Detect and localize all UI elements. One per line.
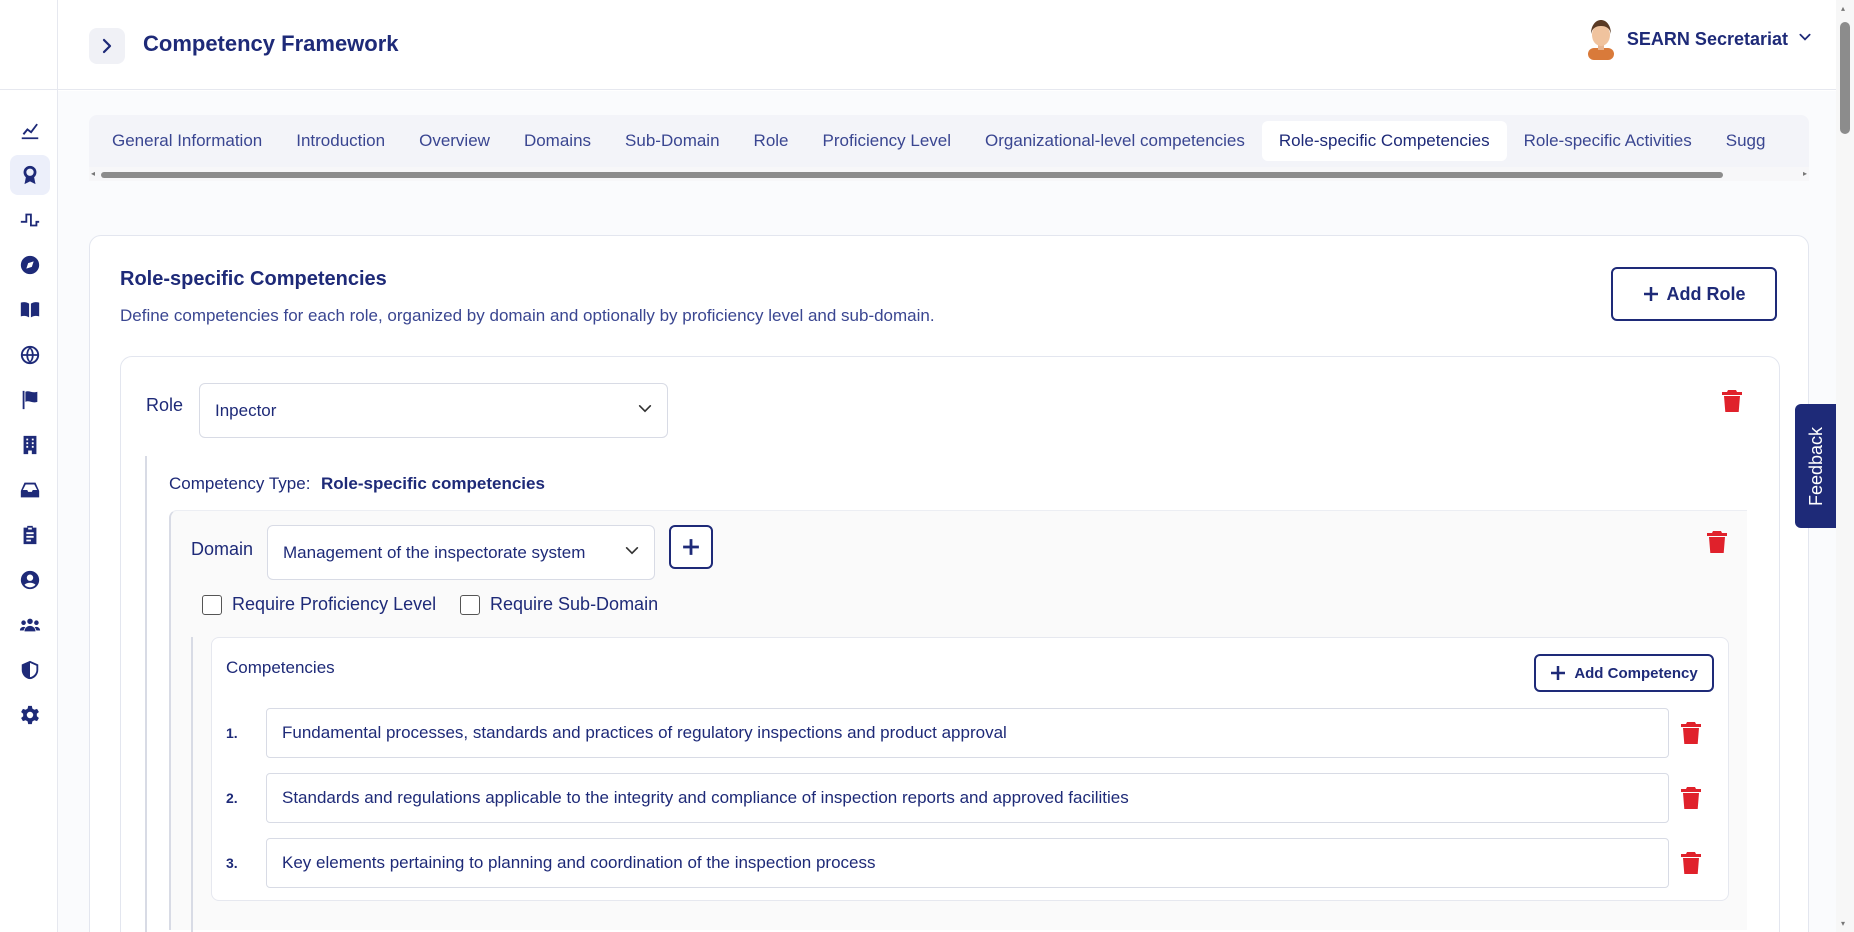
user-menu[interactable]: SEARN Secretariat [1585,18,1812,60]
checkbox-box[interactable] [202,594,222,615]
role-block: Role Inpector Competency Type: Role-spec… [120,356,1780,932]
tab-introduction[interactable]: Introduction [279,121,402,161]
require-proficiency-checkbox[interactable]: Require Proficiency Level [202,594,436,615]
user-circle-icon[interactable] [10,560,50,600]
scroll-up-arrow-icon[interactable]: ▴ [1841,4,1845,13]
add-role-label: Add Role [1666,283,1746,304]
domain-select-value: Management of the inspectorate system [283,542,586,562]
plus-icon [1551,666,1566,680]
checkbox-box[interactable] [460,594,480,615]
shield-icon[interactable] [10,650,50,690]
sidebar-logo-area [0,0,57,90]
delete-competency-trash-icon[interactable] [1680,851,1702,875]
tab-scrollbar-thumb[interactable] [101,172,1723,178]
role-select[interactable]: Inpector [199,383,668,438]
tab-sub-domain[interactable]: Sub-Domain [608,121,737,161]
delete-role-trash-icon[interactable] [1721,389,1743,413]
chevron-right-icon [102,38,112,54]
competencies-panel: Competencies Add Competency 1. Fundament… [211,637,1729,901]
competencies-title: Competencies [226,658,335,677]
competency-number: 1. [226,725,238,741]
inbox-icon[interactable] [10,470,50,510]
tab-scrollbar[interactable]: ◂ ▸ [89,167,1809,181]
domain-block: Domain Management of the inspectorate sy… [169,510,1747,932]
chevron-down-icon [1798,30,1812,49]
competency-input[interactable] [266,773,1669,823]
add-competency-button[interactable]: Add Competency [1534,654,1714,692]
tab-organizational-level-competencies[interactable]: Organizational-level competencies [968,121,1262,161]
delete-competency-trash-icon[interactable] [1680,721,1702,745]
require-subdomain-label: Require Sub-Domain [490,594,659,614]
add-role-button[interactable]: Add Role [1611,267,1777,321]
clipboard-icon[interactable] [10,515,50,555]
scroll-right-arrow-icon[interactable]: ▸ [1803,169,1807,178]
role-select-value: Inpector [215,400,277,420]
domain-label: Domain [191,539,254,559]
competency-type-label: Competency Type: [169,474,311,493]
page-scrollbar-thumb[interactable] [1840,22,1850,134]
flag-icon[interactable] [10,380,50,420]
tab-suggestions[interactable]: Sugg [1709,121,1783,161]
compass-icon[interactable] [10,245,50,285]
competency-number: 2. [226,790,238,806]
delete-competency-trash-icon[interactable] [1680,786,1702,810]
user-name: SEARN Secretariat [1626,28,1788,49]
chevron-down-icon [637,400,653,421]
scroll-down-arrow-icon[interactable]: ▾ [1841,919,1845,928]
award-icon[interactable] [10,155,50,195]
tab-role[interactable]: Role [737,121,806,161]
sidebar [0,0,58,932]
feedback-label: Feedback [1806,426,1827,506]
competency-row: 2. [226,773,1716,823]
page-title: Competency Framework [143,31,399,56]
tab-domains[interactable]: Domains [507,121,608,161]
feedback-button[interactable]: Feedback [1795,404,1839,528]
avatar [1587,20,1614,60]
chevron-down-icon [624,542,640,563]
competency-input[interactable] [266,708,1669,758]
section-description: Define competencies for each role, organ… [120,306,935,325]
plus-icon [1643,287,1658,301]
tab-general-information[interactable]: General Information [95,121,279,161]
role-competencies-card: Role-specific Competencies Define compet… [89,235,1809,932]
users-icon[interactable] [10,605,50,645]
competency-type-value: Role-specific competencies [321,474,545,493]
competency-row: 3. [226,838,1716,888]
main-content: General Information Introduction Overvie… [58,91,1836,932]
sidebar-toggle-button[interactable] [89,28,125,64]
competency-row: 1. [226,708,1716,758]
chart-line-icon[interactable] [10,110,50,150]
add-domain-button[interactable] [669,525,713,569]
scroll-left-arrow-icon[interactable]: ◂ [91,169,95,178]
domain-select[interactable]: Management of the inspectorate system [267,525,655,580]
pulse-icon[interactable] [10,200,50,240]
require-proficiency-label: Require Proficiency Level [232,594,437,614]
add-competency-label: Add Competency [1574,664,1698,682]
competency-number: 3. [226,855,238,871]
competency-input[interactable] [266,838,1669,888]
role-label: Role [146,395,184,415]
tab-bar: General Information Introduction Overvie… [89,115,1809,167]
tab-proficiency-level[interactable]: Proficiency Level [806,121,969,161]
delete-domain-trash-icon[interactable] [1706,530,1728,554]
tab-role-specific-activities[interactable]: Role-specific Activities [1507,121,1709,161]
globe-icon[interactable] [10,335,50,375]
require-subdomain-checkbox[interactable]: Require Sub-Domain [460,594,658,615]
competency-type-block: Competency Type: Role-specific competenc… [145,456,1765,932]
gear-icon[interactable] [10,695,50,735]
plus-icon [683,539,699,555]
top-header: Competency Framework SEARN Secretariat [58,0,1854,90]
page-scrollbar[interactable]: ▴ ▾ [1836,0,1854,932]
section-title: Role-specific Competencies [120,268,387,290]
competencies-wrapper: Competencies Add Competency 1. Fundament… [191,637,1747,932]
tab-overview[interactable]: Overview [402,121,507,161]
building-icon[interactable] [10,425,50,465]
book-icon[interactable] [10,290,50,330]
tab-role-specific-competencies[interactable]: Role-specific Competencies [1261,121,1507,161]
